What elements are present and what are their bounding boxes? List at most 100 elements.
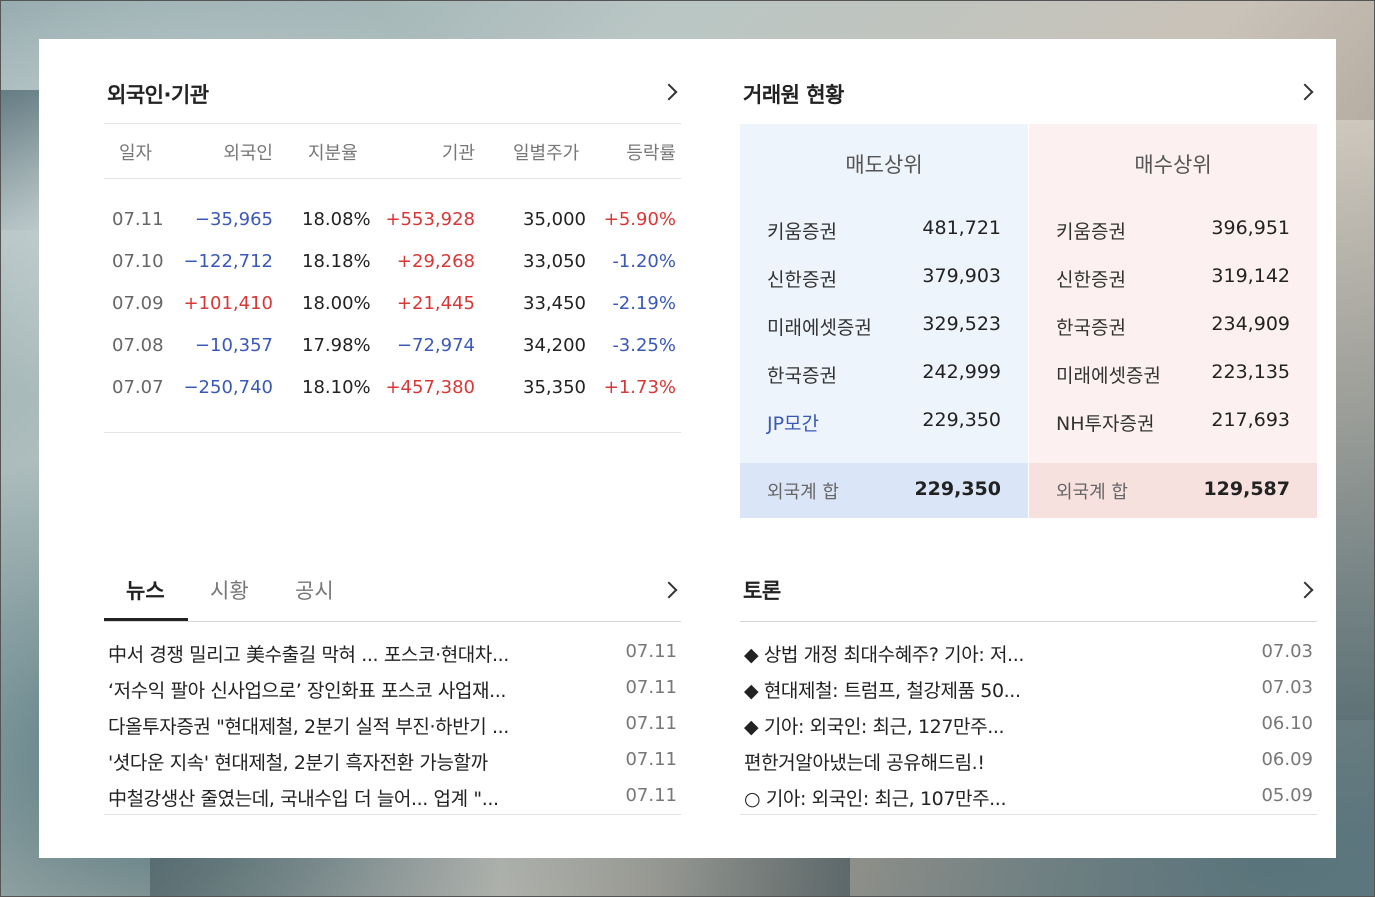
list-item[interactable]: ◆ 기아: 외국인: 최근, 127만주... 06.10 (740, 709, 1317, 743)
list-item[interactable]: 中서 경쟁 밀리고 美수출길 막혀 ... 포스코·현대차... 07.11 (104, 637, 681, 671)
broker-title: 거래원 현황 (743, 83, 844, 107)
cell-foreign: −250,740 (183, 377, 273, 398)
broker-row: JP모간 229,350 (740, 405, 1028, 445)
cell-change: -1.20% (612, 251, 676, 272)
sell-top-title: 매도상위 (845, 153, 923, 177)
buy-top-column: 매수상위 키움증권 396,951 신한증권 319,142 한국증권 234,… (1029, 124, 1317, 518)
cell-foreign: +101,410 (183, 293, 273, 314)
post-title[interactable]: ◆ 기아: 외국인: 최근, 127만주... (744, 712, 1214, 739)
buy-top-title: 매수상위 (1134, 153, 1212, 177)
stock-summary-card: 외국인·기관 일자 외국인 지분율 기관 일별주가 등락률 07.11 −35,… (39, 39, 1336, 858)
post-title[interactable]: ◆ 상법 개정 최대수혜주? 기아: 저... (744, 640, 1214, 667)
broker-row: 키움증권 481,721 (740, 213, 1028, 253)
cell-date: 07.07 (112, 377, 164, 398)
cell-inst: +553,928 (385, 209, 475, 230)
cell-inst: +29,268 (396, 251, 475, 272)
broker-row: 한국증권 234,909 (1029, 309, 1317, 349)
post-date: 07.03 (1261, 641, 1313, 662)
broker-name-foreign[interactable]: JP모간 (767, 409, 819, 436)
discussion-header: 토론 (740, 559, 1317, 622)
broker-name[interactable]: 키움증권 (1056, 217, 1126, 244)
cell-date: 07.08 (112, 335, 164, 356)
column-header-inst: 기관 (441, 143, 475, 164)
cell-date: 07.09 (112, 293, 164, 314)
post-date: 06.10 (1261, 713, 1313, 734)
broker-name[interactable]: 한국증권 (767, 361, 837, 388)
news-title[interactable]: 다올투자증권 "현대제철, 2분기 실적 부진·하반기 ... (108, 712, 578, 739)
foreign-inst-title: 외국인·기관 (107, 83, 209, 107)
list-item[interactable]: ◆ 현대제철: 트럼프, 철강제품 50... 07.03 (740, 673, 1317, 707)
cell-ratio: 18.18% (302, 251, 371, 272)
active-tab-indicator (104, 618, 188, 621)
cell-date: 07.10 (112, 251, 164, 272)
broker-name[interactable]: 키움증권 (767, 217, 837, 244)
chevron-right-icon[interactable] (660, 83, 678, 101)
tab-news[interactable]: 뉴스 (126, 575, 165, 605)
broker-volume: 379,903 (922, 265, 1001, 287)
cell-ratio: 18.10% (302, 377, 371, 398)
news-title[interactable]: 中철강생산 줄였는데, 국내수입 더 늘어... 업계 "... (108, 784, 578, 811)
broker-volume: 223,135 (1211, 361, 1290, 383)
cell-foreign: −122,712 (183, 251, 273, 272)
tab-disclosure[interactable]: 공시 (295, 575, 334, 605)
discussion-title: 토론 (743, 579, 781, 603)
post-title[interactable]: ◆ 현대제철: 트럼프, 철강제품 50... (744, 676, 1214, 703)
list-item[interactable]: '셧다운 지속' 현대제철, 2분기 흑자전환 가능할까 07.11 (104, 745, 681, 779)
background-detail (150, 858, 850, 897)
cell-price: 35,000 (523, 209, 586, 230)
list-item[interactable]: ◆ 상법 개정 최대수혜주? 기아: 저... 07.03 (740, 637, 1317, 671)
list-item[interactable]: 中철강생산 줄였는데, 국내수입 더 늘어... 업계 "... 07.11 (104, 781, 681, 815)
column-header-foreign: 외국인 (223, 143, 273, 164)
news-title[interactable]: ‘저수익 팔아 신사업으로’ 장인화표 포스코 사업재... (108, 676, 578, 703)
broker-name[interactable]: 신한증권 (1056, 265, 1126, 292)
broker-name[interactable]: 한국증권 (1056, 313, 1126, 340)
cell-inst: +21,445 (396, 293, 475, 314)
broker-row: 미래에셋증권 329,523 (740, 309, 1028, 349)
broker-row: 한국증권 242,999 (740, 357, 1028, 397)
cell-ratio: 18.00% (302, 293, 371, 314)
broker-row: 신한증권 319,142 (1029, 261, 1317, 301)
cell-change: +5.90% (603, 209, 676, 230)
list-item[interactable]: 편한거알아냈는데 공유해드림.! 06.09 (740, 745, 1317, 779)
news-tabs: 뉴스 시황 공시 (104, 559, 681, 622)
news-date: 07.11 (625, 713, 677, 734)
news-title[interactable]: 中서 경쟁 밀리고 美수출길 막혀 ... 포스코·현대차... (108, 640, 578, 667)
foreign-total-value: 229,350 (914, 478, 1001, 500)
broker-volume: 396,951 (1211, 217, 1290, 239)
cell-foreign: −35,965 (194, 209, 273, 230)
foreign-inst-table: 일자 외국인 지분율 기관 일별주가 등락률 07.11 −35,965 18.… (104, 123, 681, 433)
post-title[interactable]: ○ 기아: 외국인: 최근, 107만주... (744, 784, 1214, 811)
sell-top-column: 매도상위 키움증권 481,721 신한증권 379,903 미래에셋증권 32… (740, 124, 1028, 518)
post-title[interactable]: 편한거알아냈는데 공유해드림.! (744, 748, 1214, 775)
background-detail (1330, 120, 1375, 720)
news-date: 07.11 (625, 785, 677, 806)
column-header-ratio: 지분율 (308, 143, 358, 164)
news-date: 07.11 (625, 749, 677, 770)
list-item[interactable]: 다올투자증권 "현대제철, 2분기 실적 부진·하반기 ... 07.11 (104, 709, 681, 743)
news-title[interactable]: '셧다운 지속' 현대제철, 2분기 흑자전환 가능할까 (108, 748, 578, 775)
table-row: 07.07 −250,740 18.10% +457,380 35,350 +1… (104, 374, 681, 404)
cell-change: -2.19% (612, 293, 676, 314)
chevron-right-icon[interactable] (1296, 83, 1314, 101)
table-body: 07.11 −35,965 18.08% +553,928 35,000 +5.… (104, 179, 681, 433)
cell-inst: −72,974 (396, 335, 475, 356)
table-header: 일자 외국인 지분율 기관 일별주가 등락률 (104, 123, 681, 179)
divider (104, 814, 681, 815)
post-date: 07.03 (1261, 677, 1313, 698)
list-item[interactable]: ○ 기아: 외국인: 최근, 107만주... 05.09 (740, 781, 1317, 815)
foreign-total-label: 외국계 합 (1056, 482, 1128, 503)
list-item[interactable]: ‘저수익 팔아 신사업으로’ 장인화표 포스코 사업재... 07.11 (104, 673, 681, 707)
broker-volume: 242,999 (922, 361, 1001, 383)
tab-market[interactable]: 시황 (210, 575, 249, 605)
broker-row: 신한증권 379,903 (740, 261, 1028, 301)
news-date: 07.11 (625, 677, 677, 698)
table-row: 07.11 −35,965 18.08% +553,928 35,000 +5.… (104, 206, 681, 236)
news-date: 07.11 (625, 641, 677, 662)
broker-name[interactable]: NH투자증권 (1056, 409, 1154, 436)
broker-name[interactable]: 미래에셋증권 (1056, 361, 1161, 388)
broker-volume: 329,523 (922, 313, 1001, 335)
cell-price: 34,200 (523, 335, 586, 356)
broker-volume: 481,721 (922, 217, 1001, 239)
broker-name[interactable]: 신한증권 (767, 265, 837, 292)
broker-name[interactable]: 미래에셋증권 (767, 313, 872, 340)
